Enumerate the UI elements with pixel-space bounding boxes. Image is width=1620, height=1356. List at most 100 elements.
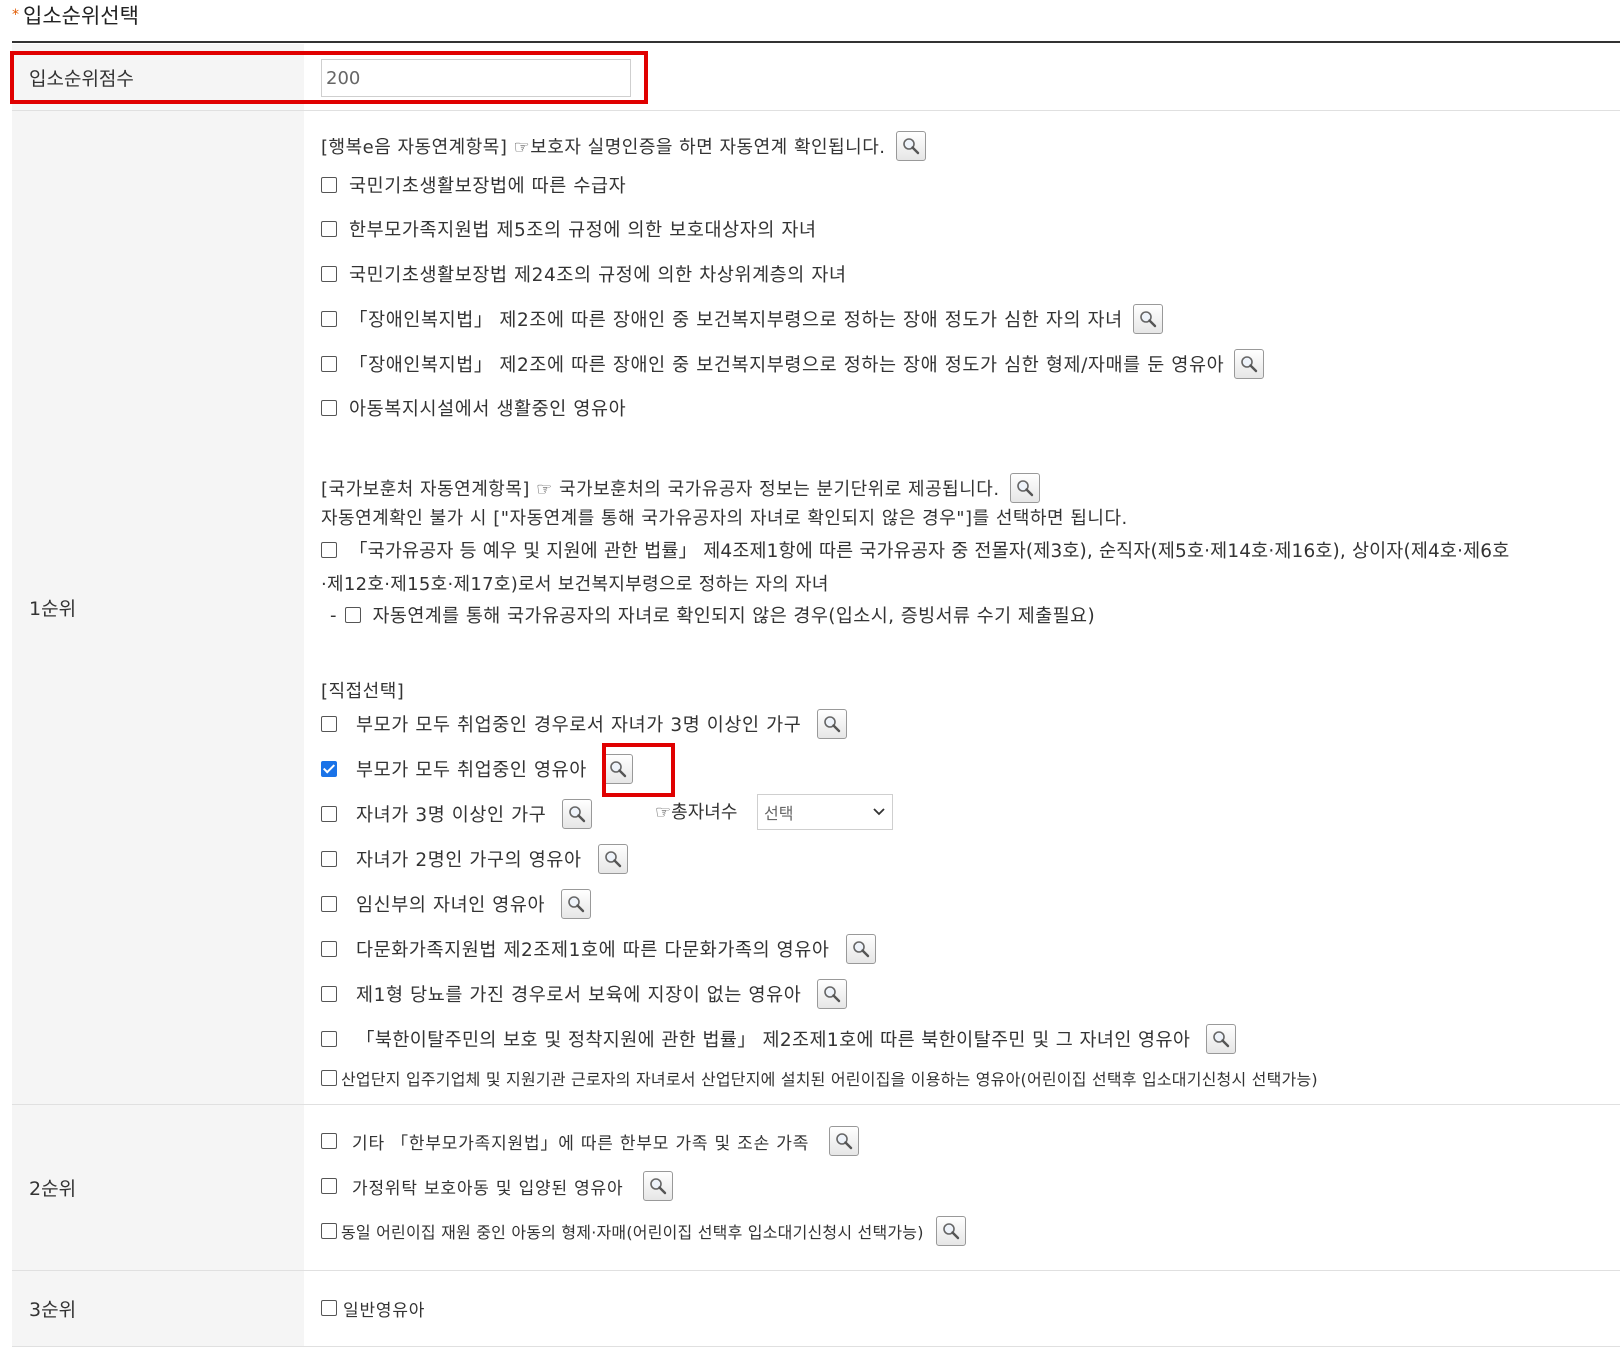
checkbox-label: 아동복지시설에서 생활중인 영유아 [349,399,627,420]
magnifier-icon[interactable] [1234,349,1265,379]
highlight-box-magnifier [602,743,675,797]
dash: - [330,604,337,626]
happy-note: [행복e음 자동연계항목] ☞보호자 실명인증을 하면 자동연계 확인됩니다. [321,131,926,161]
checkbox-row[interactable]: 임신부의 자녀인 영유아 [321,887,592,921]
checkbox[interactable] [321,266,337,282]
magnifier-icon[interactable] [1009,473,1040,503]
section-title-text: 입소순위선택 [23,4,139,28]
row-divider [12,1346,1620,1347]
checkbox[interactable] [321,400,337,416]
magnifier-icon[interactable] [817,979,848,1009]
checkbox-row[interactable]: 한부모가족지원법 제5조의 규정에 의한 보호대상자의 자녀 [321,216,817,242]
checkbox[interactable] [321,356,337,372]
magnifier-icon[interactable] [562,799,593,829]
magnifier-icon[interactable] [597,844,628,874]
veteran-note: [국가보훈처 자동연계항목] ☞ 국가보훈처의 국가유공자 정보는 분기단위로 … [321,473,1040,503]
checkbox-row[interactable]: 자녀가 2명인 가구의 영유아 [321,842,628,876]
magnifier-icon[interactable] [1206,1024,1237,1054]
checkbox[interactable] [344,607,361,623]
rank1-label: 1순위 [12,111,304,1104]
checkbox-label: 자동연계를 통해 국가유공자의 자녀로 확인되지 않은 경우(입소시, 증빙서류… [372,606,1096,627]
checkbox[interactable] [321,851,337,867]
checkbox[interactable] [321,1031,337,1047]
checkbox-row[interactable]: - 자동연계를 통해 국가유공자의 자녀로 확인되지 않은 경우(입소시, 증빙… [330,602,1095,628]
checkbox-row[interactable]: 국민기초생활보장법 제24조의 규정에 의한 차상위계층의 자녀 [321,261,847,287]
checkbox[interactable] [321,1133,337,1149]
magnifier-icon[interactable] [817,709,848,739]
direct-note: [직접선택] [321,681,405,702]
checkbox[interactable] [321,896,337,912]
children-count-select[interactable]: 선택 [757,794,893,830]
checkbox-label: 「북한이탈주민의 보호 및 정착지원에 관한 법률」 제2조제1호에 따른 북한… [356,1030,1191,1051]
checkbox[interactable] [321,311,337,327]
checkbox-row[interactable]: 부모가 모두 취업중인 경우로서 자녀가 3명 이상인 가구 [321,707,848,741]
checkbox-label: 제1형 당뇨를 가진 경우로서 보육에 지장이 없는 영유아 [356,985,802,1006]
checkbox-row[interactable]: 「북한이탈주민의 보호 및 정착지원에 관한 법률」 제2조제1호에 따른 북한… [321,1022,1237,1056]
checkbox-row[interactable]: 「장애인복지법」 제2조에 따른 장애인 중 보건복지부령으로 정하는 장애 정… [321,302,1163,336]
magnifier-icon[interactable] [561,889,592,919]
checkbox-row[interactable]: 다문화가족지원법 제2조제1호에 따른 다문화가족의 영유아 [321,932,876,966]
veteran-item-line2: ·제12호·제15호·제17호)로서 보건복지부령으로 정하는 자의 자녀 [321,574,829,595]
veteran-note-2: 자동연계확인 불가 시 ["자동연계를 통해 국가유공자의 자녀로 확인되지 않… [321,508,1128,529]
checkbox-label: 국민기초생활보장법에 따른 수급자 [349,176,627,197]
magnifier-icon[interactable] [643,1171,674,1201]
checkbox[interactable] [321,941,337,957]
checkbox-row[interactable]: 동일 어린이집 재원 중인 아동의 형제·자매(어린이집 선택후 입소대기신청시… [321,1214,966,1248]
checkbox-label: 자녀가 2명인 가구의 영유아 [356,850,582,871]
checkbox-label: 자녀가 3명 이상인 가구 [356,805,547,826]
checkbox-row[interactable]: 산업단지 입주기업체 및 지원기관 근로자의 자녀로서 산업단지에 설치된 어린… [321,1066,1318,1090]
checkbox-row[interactable]: 자녀가 3명 이상인 가구 [321,797,593,831]
checkbox[interactable] [321,221,337,237]
required-star: * [12,7,19,23]
checkbox[interactable] [321,1070,337,1086]
magnifier-icon[interactable] [845,934,876,964]
magnifier-icon[interactable] [895,131,926,161]
rank2-label-text: 2순위 [29,1178,77,1200]
children-count-label: ☞총자녀수 [655,802,738,823]
checkbox-label: 일반영유아 [343,1300,426,1321]
rank1-label-text: 1순위 [29,598,77,620]
checkbox-label: 동일 어린이집 재원 중인 아동의 형제·자매(어린이집 선택후 입소대기신청시… [341,1223,924,1242]
checkbox[interactable] [321,806,337,822]
top-divider [12,41,1620,43]
select-value: 선택 [764,804,794,823]
checkbox-row[interactable]: 「국가유공자 등 예우 및 지원에 관한 법률」 제4조제1항에 따른 국가유공… [321,537,1509,563]
checkbox-row[interactable]: 아동복지시설에서 생활중인 영유아 [321,395,626,421]
checkbox[interactable] [321,716,337,732]
checkbox-label: 부모가 모두 취업중인 영유아 [356,760,587,781]
checkbox[interactable] [321,177,337,193]
rank3-label-text: 3순위 [29,1299,77,1321]
magnifier-icon[interactable] [935,1216,966,1246]
checkbox-row[interactable]: 일반영유아 [321,1295,425,1321]
checkbox-row[interactable]: 국민기초생활보장법에 따른 수급자 [321,172,626,198]
checkbox-label: 가정위탁 보호아동 및 입양된 영유아 [352,1178,624,1199]
magnifier-icon[interactable] [829,1126,860,1156]
rank3-label: 3순위 [12,1271,304,1346]
chevron-down-icon [873,808,885,816]
checkbox[interactable] [321,1178,337,1194]
section-title: * 입소순위선택 [12,0,139,30]
checkbox-row[interactable]: 가정위탁 보호아동 및 입양된 영유아 [321,1169,674,1203]
rank2-label: 2순위 [12,1105,304,1270]
checkbox[interactable] [321,542,337,558]
checkbox[interactable] [321,1300,337,1316]
checkbox-row[interactable]: 부모가 모두 취업중인 영유아 [321,752,633,786]
checkbox-label: 「장애인복지법」 제2조에 따른 장애인 중 보건복지부령으로 정하는 장애 정… [349,310,1123,331]
checkbox[interactable] [321,1223,337,1239]
checkbox-label: 국민기초생활보장법 제24조의 규정에 의한 차상위계층의 자녀 [349,265,847,286]
checkbox-label: 「국가유공자 등 예우 및 지원에 관한 법률」 제4조제1항에 따른 국가유공… [349,541,1510,562]
checkbox-row[interactable]: 「장애인복지법」 제2조에 따른 장애인 중 보건복지부령으로 정하는 장애 정… [321,347,1265,381]
checkbox-label: 산업단지 입주기업체 및 지원기관 근로자의 자녀로서 산업단지에 설치된 어린… [341,1070,1318,1089]
checkbox-row[interactable]: 기타 「한부모가족지원법」에 따른 한부모 가족 및 조손 가족 [321,1124,860,1158]
checkbox-checked[interactable] [321,761,337,777]
veteran-note-text: [국가보훈처 자동연계항목] ☞ 국가보훈처의 국가유공자 정보는 분기단위로 … [321,479,1000,500]
checkbox-row[interactable]: 제1형 당뇨를 가진 경우로서 보육에 지장이 없는 영유아 [321,977,848,1011]
checkbox-label: 「장애인복지법」 제2조에 따른 장애인 중 보건복지부령으로 정하는 장애 정… [349,355,1225,376]
checkbox-label: 기타 「한부모가족지원법」에 따른 한부모 가족 및 조손 가족 [352,1133,810,1154]
magnifier-icon[interactable] [1132,304,1163,334]
happy-note-text: [행복e음 자동연계항목] ☞보호자 실명인증을 하면 자동연계 확인됩니다. [321,137,886,158]
checkbox-label: 임신부의 자녀인 영유아 [356,895,546,916]
checkbox-label: 부모가 모두 취업중인 경우로서 자녀가 3명 이상인 가구 [356,715,802,736]
checkbox-label: 다문화가족지원법 제2조제1호에 따른 다문화가족의 영유아 [356,940,830,961]
checkbox[interactable] [321,986,337,1002]
